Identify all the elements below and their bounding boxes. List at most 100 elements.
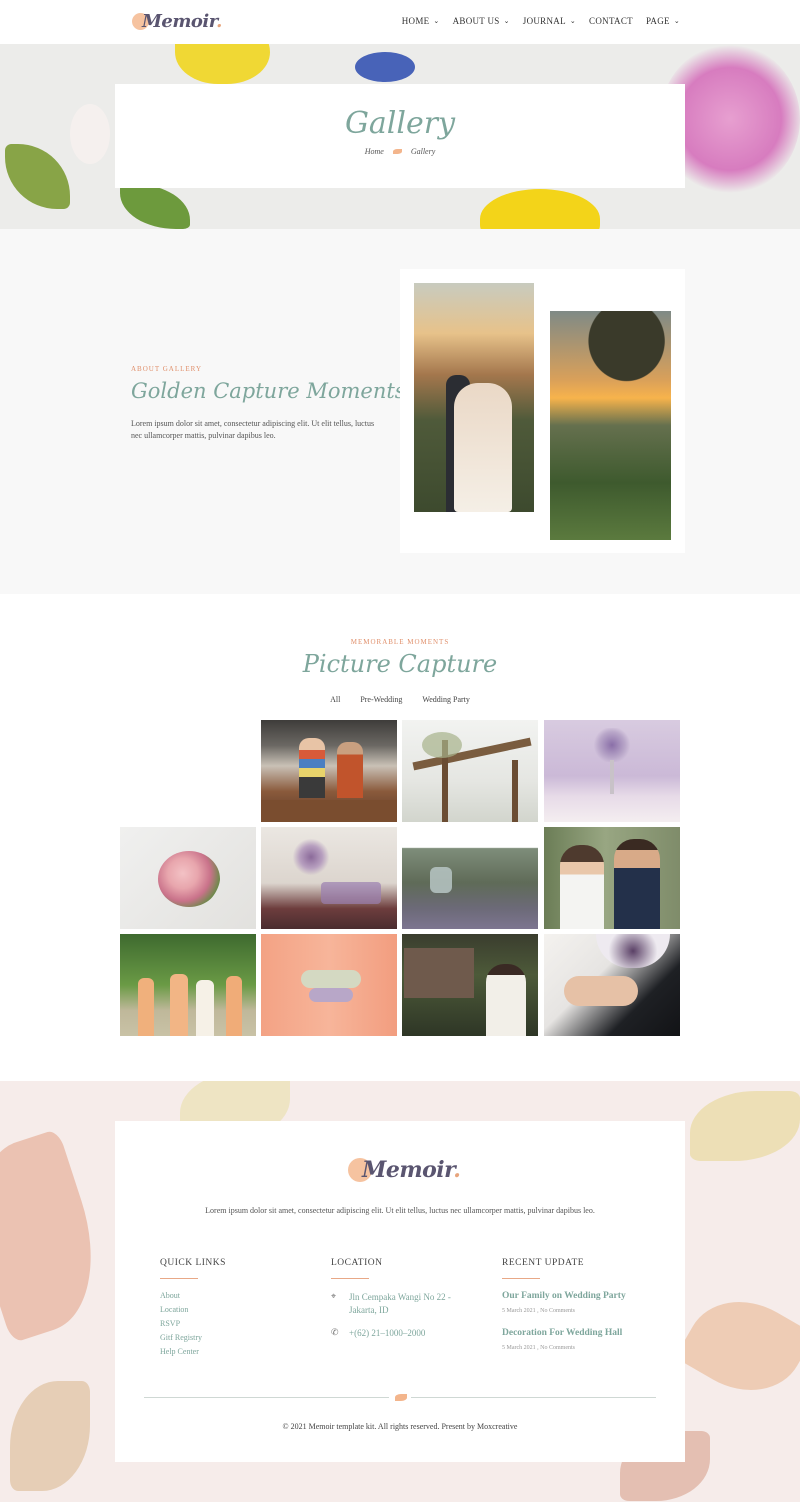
- hanging-lantern-photo[interactable]: [402, 827, 538, 929]
- post-meta: 5 March 2021 , No Comments: [502, 1308, 576, 1314]
- main-nav: HOME ⌄ ABOUT US ⌄ JOURNAL ⌄ CONTACT PAGE ⌄: [402, 16, 680, 26]
- post-comments[interactable]: No Comments: [540, 1345, 575, 1351]
- leaf-decoration: [5, 144, 70, 209]
- section-kicker: ABOUT GALLERY: [131, 365, 203, 373]
- quick-link-location[interactable]: Location: [160, 1305, 226, 1314]
- bridesmaids-garden-photo[interactable]: [120, 934, 256, 1036]
- footer-card: Memoir. Lorem ipsum dolor sit amet, cons…: [115, 1121, 685, 1462]
- quick-link-help-center[interactable]: Help Center: [160, 1347, 226, 1356]
- section-kicker: MEMORABLE MOMENTS: [350, 638, 450, 646]
- heading-underline: [331, 1278, 369, 1279]
- chevron-down-icon: ⌄: [433, 17, 440, 25]
- lantern: [430, 867, 452, 893]
- location-column: LOCATION ⌖ Jln Cempaka Wangi No 22 - Jak…: [331, 1258, 467, 1340]
- hero-title-card: Gallery Home Gallery: [115, 84, 685, 188]
- bridal-bouquet-photo[interactable]: [120, 827, 256, 929]
- tree-silhouette: [560, 311, 671, 411]
- corsage: [301, 970, 361, 988]
- flower-decoration: [175, 44, 270, 84]
- quick-links-list: About Location RSVP Gitf Registry Help C…: [160, 1291, 226, 1356]
- leaf-decoration: [120, 184, 190, 229]
- filter-all[interactable]: All: [330, 695, 340, 704]
- leaf-icon: [395, 1394, 407, 1401]
- table-setting-photo[interactable]: [261, 827, 397, 929]
- section-description: Lorem ipsum dolor sit amet, consectetur …: [131, 419, 375, 440]
- bridesmaids-wrist-corsage-photo[interactable]: [261, 934, 397, 1036]
- nav-item-page[interactable]: PAGE ⌄: [646, 16, 680, 26]
- leaf-decoration: [10, 1381, 90, 1491]
- column-heading: QUICK LINKS: [160, 1258, 226, 1268]
- person-figure: [337, 742, 363, 798]
- flower-decoration: [480, 189, 600, 229]
- column-heading: RECENT UPDATE: [502, 1258, 585, 1268]
- phone-text: +(62) 21–1000–2000: [349, 1328, 426, 1338]
- couple-cooking-photo[interactable]: [261, 720, 397, 822]
- bouquet: [596, 934, 670, 968]
- phone-icon: ✆: [331, 1327, 339, 1337]
- hero-banner: Gallery Home Gallery: [0, 44, 800, 229]
- chevron-down-icon: ⌄: [569, 17, 577, 25]
- corsage: [309, 988, 353, 1002]
- post-date: 5 March 2021: [502, 1308, 536, 1314]
- ring-exchange-photo[interactable]: [544, 934, 680, 1036]
- chevron-down-icon: ⌄: [673, 17, 680, 25]
- breadcrumb: Home Gallery: [115, 147, 685, 156]
- flower-decoration: [355, 52, 415, 82]
- bride-figure: [454, 383, 512, 512]
- brand-logo[interactable]: Memoir.: [132, 11, 222, 32]
- nav-item-home[interactable]: HOME ⌄: [402, 16, 440, 26]
- footer-description: Lorem ipsum dolor sit amet, consectetur …: [205, 1206, 595, 1215]
- nav-item-about-us[interactable]: ABOUT US ⌄: [453, 16, 510, 26]
- breadcrumb-current: Gallery: [410, 147, 436, 156]
- reception-table-photo[interactable]: [544, 720, 680, 822]
- nav-label: JOURNAL: [522, 16, 566, 26]
- groom-figure: [614, 839, 660, 929]
- leaf-icon: [392, 149, 402, 154]
- flower-decoration: [70, 104, 110, 164]
- bride-figure: [196, 980, 214, 1036]
- glasses: [321, 882, 381, 904]
- copyright-text: © 2021 Memoir template kit. All rights r…: [282, 1422, 518, 1431]
- wedding-arch-photo[interactable]: [402, 720, 538, 822]
- bridesmaid-figure: [170, 974, 188, 1036]
- quick-link-rsvp[interactable]: RSVP: [160, 1319, 226, 1328]
- column-heading: LOCATION: [331, 1258, 383, 1268]
- section-title: Picture Capture: [302, 650, 498, 678]
- photo-card: [400, 269, 685, 553]
- filter-wedding-party[interactable]: Wedding Party: [422, 695, 470, 704]
- centerpiece: [592, 728, 632, 762]
- nav-item-contact[interactable]: CONTACT: [589, 16, 633, 26]
- leaf-decoration: [0, 1128, 117, 1344]
- nav-label: ABOUT US: [452, 16, 500, 26]
- footer-logo[interactable]: Memoir.: [348, 1157, 461, 1183]
- filter-pre-wedding[interactable]: Pre-Wedding: [360, 695, 402, 704]
- quick-link-about[interactable]: About: [160, 1291, 226, 1300]
- bride-figure: [560, 845, 604, 929]
- gallery-filters: All Pre-Wedding Wedding Party: [0, 695, 800, 704]
- bride-in-veil-photo[interactable]: [402, 934, 538, 1036]
- sunset-garden-photo: [550, 311, 671, 540]
- recent-post: Decoration For Wedding Hall 5 March 2021…: [502, 1328, 626, 1351]
- bride-figure: [486, 964, 526, 1036]
- person-figure: [299, 738, 325, 798]
- post-comments[interactable]: No Comments: [540, 1308, 575, 1314]
- vase: [610, 760, 614, 794]
- flowers: [291, 837, 331, 877]
- heading-underline: [160, 1278, 198, 1279]
- quick-link-gift-registry[interactable]: Gitf Registry: [160, 1333, 226, 1342]
- post-date: 5 March 2021: [502, 1345, 536, 1351]
- post-title-link[interactable]: Decoration For Wedding Hall: [502, 1328, 626, 1338]
- bridesmaid-figure: [138, 978, 154, 1036]
- post-meta: 5 March 2021 , No Comments: [502, 1345, 576, 1351]
- address-text: Jln Cempaka Wangi No 22 - Jakarta, ID: [349, 1292, 451, 1315]
- bride-groom-portrait-photo[interactable]: [544, 827, 680, 929]
- address-row: ⌖ Jln Cempaka Wangi No 22 - Jakarta, ID: [331, 1291, 467, 1317]
- post-title-link[interactable]: Our Family on Wedding Party: [502, 1291, 626, 1301]
- map-pin-icon: ⌖: [331, 1291, 337, 1301]
- chevron-down-icon: ⌄: [503, 17, 510, 25]
- nav-item-journal[interactable]: JOURNAL ⌄: [523, 16, 576, 26]
- couple-sunset-photo: [414, 283, 534, 512]
- logo-wordmark: Memoir.: [142, 11, 222, 32]
- site-header: Memoir. HOME ⌄ ABOUT US ⌄ JOURNAL ⌄ CONTACT…: [0, 0, 800, 44]
- breadcrumb-home-link[interactable]: Home: [365, 147, 384, 156]
